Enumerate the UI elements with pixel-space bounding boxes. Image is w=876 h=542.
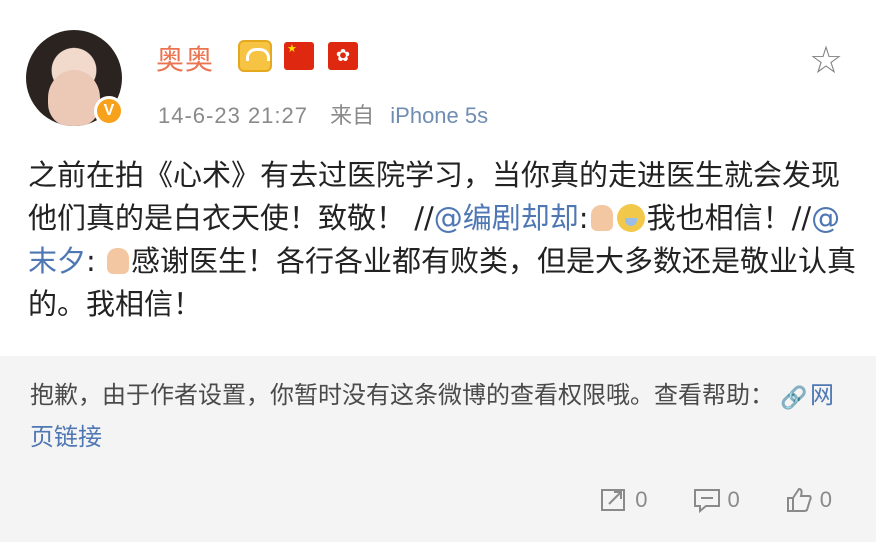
like-count: 0 [819, 487, 832, 512]
crying-face-emoji-icon [616, 204, 645, 232]
notice-text-block: 抱歉，由于作者设置，你暂时没有这条微博的查看权限哦。查看帮助： 🔗 网页链接 [30, 374, 850, 458]
comment-count: 0 [727, 487, 740, 512]
comment-icon [693, 489, 720, 514]
action-bar: 0 0 0 [599, 486, 832, 514]
repost-button[interactable]: 0 [599, 486, 648, 514]
source-device[interactable]: iPhone 5s [390, 103, 488, 128]
source-prefix: 来自 [330, 103, 375, 128]
thumbs-up-emoji-icon [590, 205, 613, 231]
star-icon[interactable]: ☆ [806, 40, 846, 80]
thumbs-up-icon [786, 487, 812, 512]
comment-button[interactable]: 0 [692, 486, 740, 514]
post-body: 之前在拍《心术》有去过医院学习，当你真的走进医生就会发现他们真的是白衣天使！致敬… [28, 154, 858, 326]
post-text-part: : [86, 244, 106, 278]
mention-link[interactable]: @编剧却却 [434, 201, 579, 235]
post-header: V 奥奥 ✿ ☆ 14-6-23 21:27 来自 iPhone 5s [0, 0, 876, 150]
notice-text: 抱歉，由于作者设置，你暂时没有这条微博的查看权限哦。查看帮助： [30, 381, 774, 409]
repost-icon [601, 489, 626, 511]
avatar-wrapper[interactable]: V [26, 30, 124, 126]
post-text-part: : [578, 201, 589, 235]
post-meta: 14-6-23 21:27 来自 iPhone 5s [158, 98, 488, 130]
post-time[interactable]: 14-6-23 21:27 [158, 103, 308, 128]
post-text-part: 我也相信！// [646, 201, 812, 235]
permission-notice: 抱歉，由于作者设置，你暂时没有这条微博的查看权限哦。查看帮助： 🔗 网页链接 0 0… [0, 356, 876, 542]
china-flag-icon[interactable] [284, 42, 314, 70]
link-icon[interactable]: 🔗 [780, 388, 807, 410]
verified-badge-icon: V [94, 96, 124, 126]
hong-kong-flag-icon[interactable]: ✿ [328, 42, 358, 70]
post-text-part: 感谢医生！各行各业都有败类，但是大多数还是敬业认真的。我相信！ [28, 244, 857, 321]
crown-icon[interactable] [238, 40, 272, 72]
username[interactable]: 奥奥 [156, 38, 214, 78]
repost-count: 0 [635, 487, 648, 512]
thumbs-up-emoji-icon [107, 248, 130, 274]
like-button[interactable]: 0 [784, 486, 832, 514]
